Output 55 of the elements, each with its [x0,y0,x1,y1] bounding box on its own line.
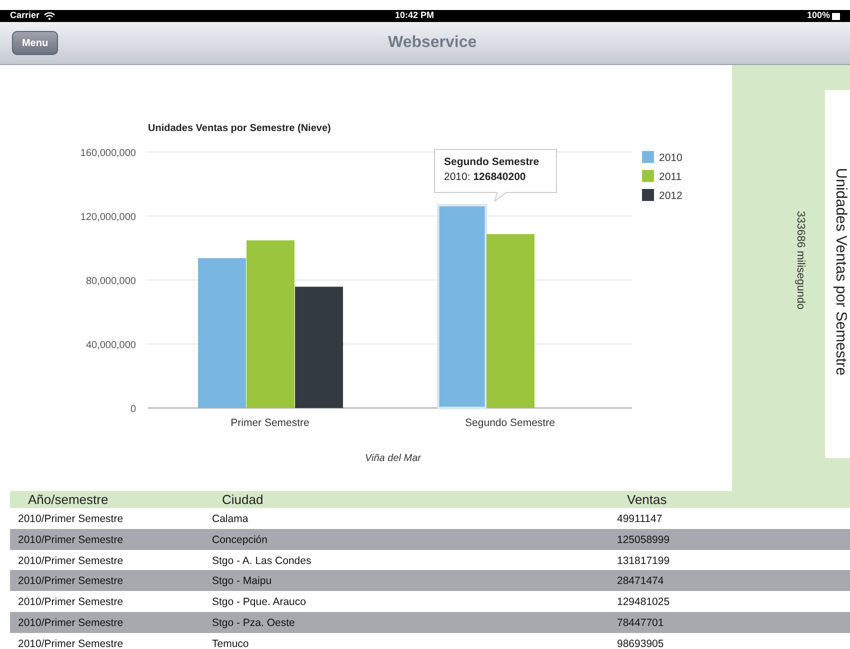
table-cell-text: Stgo - A. Las Condes [212,554,312,569]
page-title: Webservice [388,33,477,53]
battery-text: 100% [806,9,830,22]
axis-tick-label: 40,000,000 [86,340,136,351]
bar[interactable] [436,204,488,410]
table-cell-text: Calama [212,512,248,527]
card-title: Unidades Ventas por Semestre [832,168,850,376]
axis-category-label: Primer Semestre [230,417,310,429]
table-cell-text: 49911147 [617,512,662,527]
axis-tick-label: 160,000,000 [80,148,136,159]
column-header: Año/semestre [28,490,108,509]
legend-label: 2011 [659,171,682,183]
clock-text: 10:42 PM [395,9,434,22]
axis-tick-label: 120,000,000 [80,212,136,223]
table-cell-text: 129481025 [617,595,670,610]
column-header: Ventas [627,490,667,509]
table-cell: 2010/Primer Semestre [18,636,124,649]
table-cell-text: Concepción [212,532,268,548]
tooltip-value: 2010: 126840200 [444,170,527,185]
axis-tick-label: 0 [130,404,136,415]
table-cell-text: 2010/Primer Semestre [18,554,124,569]
bar[interactable] [295,286,343,408]
legend-label: 2012 [659,190,682,202]
table-cell-text: 2010/Primer Semestre [18,574,124,590]
table-cell-text: Stgo - Pque. Arauco [212,595,306,610]
legend-swatch [642,170,654,182]
tooltip-title: Segundo Semestre [444,155,540,170]
menu-button[interactable]: Menu [12,31,58,55]
legend-label: 2010 [659,152,682,164]
wifi-icon [44,12,55,20]
elapsed-time-text: 333686 milisegundo [794,211,808,310]
legend-swatch [642,189,654,201]
table-cell: Temuco [212,636,249,649]
table-cell-text: 2010/Primer Semestre [18,512,124,527]
table-cell-text: 2010/Primer Semestre [18,595,124,610]
bar[interactable] [198,258,246,408]
battery-icon [832,12,840,20]
chart-title: Unidades Ventas por Semestre (Nieve) [148,123,331,134]
axis-tick-label: 80,000,000 [86,276,136,287]
table-cell-text: Stgo - Maipu [212,574,272,590]
table-cell-text: 125058999 [617,532,670,548]
table-cell: 98693905 [617,636,664,649]
carrier-text: Carrier [10,9,40,22]
table-cell-text: 78447701 [617,616,664,631]
table-cell-text: Stgo - Pza. Oeste [212,616,295,631]
axis-category-label: Segundo Semestre [465,417,555,429]
table-cell-text: 28471474 [617,574,664,590]
table-cell-text: 2010/Primer Semestre [18,616,124,631]
column-header: Ciudad [222,490,264,509]
axis-title: Viña del Mar [365,453,421,464]
bar[interactable] [486,234,534,408]
table-cell-text: 131817199 [617,554,670,569]
table-cell-text: 2010/Primer Semestre [18,532,124,548]
legend-swatch [642,151,654,163]
bar[interactable] [246,240,294,408]
